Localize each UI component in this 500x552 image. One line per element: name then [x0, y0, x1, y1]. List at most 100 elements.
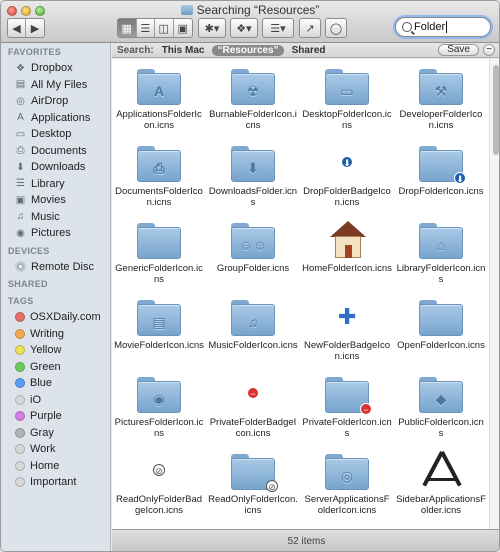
sidebar-tag-important[interactable]: Important	[1, 474, 110, 491]
file-item[interactable]: ⊘ ReadOnlyFolderBadgeIcon.icns	[112, 450, 206, 527]
sidebar-tag-label: OSXDaily.com	[30, 311, 101, 324]
file-item[interactable]: A ApplicationsFolderIcon.icns	[112, 65, 206, 142]
scope-shared[interactable]: Shared	[292, 45, 326, 56]
sidebar-tag-io[interactable]: iO	[1, 392, 110, 409]
sidebar-item-label: Desktop	[31, 128, 72, 141]
window-title: Searching “Resources”	[1, 3, 499, 17]
dropbox-menu-button[interactable]: ❖▾	[230, 18, 258, 38]
file-item[interactable]: ⚒ DeveloperFolderIcon.icns	[394, 65, 488, 142]
sidebar-item-label: AirDrop	[31, 95, 69, 108]
sidebar-item-documents[interactable]: ⎙ Documents	[1, 143, 110, 160]
file-item[interactable]: SidebarApplicationsFolder.icns	[394, 450, 488, 527]
file-item[interactable]: ♫ MusicFolderIcon.icns	[206, 296, 300, 373]
sidebar-item-pictures[interactable]: ◉ Pictures	[1, 225, 110, 242]
file-name: ServerApplicationsFolderIcon.icns	[304, 494, 390, 516]
sidebar-tag-purple[interactable]: Purple	[1, 408, 110, 425]
file-name: GenericFolderIcon.icns	[115, 263, 203, 285]
list-view-button[interactable]: ☰	[137, 19, 155, 37]
file-item[interactable]: − PrivateFolderIcon.icns	[300, 373, 394, 450]
folder-emblem-icon: ⌂	[436, 237, 446, 253]
sidebar-item-label: Applications	[31, 111, 91, 124]
file-item[interactable]: ▭ DesktopFolderIcon.icns	[300, 65, 394, 142]
file-icon: ⌂	[418, 219, 464, 261]
file-icon: ⬇	[418, 142, 466, 184]
file-item[interactable]: ▤ MovieFolderIcon.icns	[112, 296, 206, 373]
search-input[interactable]: Folder	[414, 21, 445, 33]
icon-view-button[interactable]: ▦	[118, 19, 137, 37]
sidebar-item-movies[interactable]: ▣ Movies	[1, 192, 110, 209]
file-item[interactable]: ⌂ LibraryFolderIcon.icns	[394, 219, 488, 296]
forward-button[interactable]: ▶	[26, 19, 44, 37]
folder-icon: ☢	[231, 69, 275, 105]
file-item[interactable]: OpenFolderIcon.icns	[394, 296, 488, 373]
view-mode-control: ▦ ☰ ◫ ▣	[117, 18, 193, 38]
file-item[interactable]: ⬇ DropFolderBadgeIcon.icns	[300, 142, 394, 219]
sidebar-item-dropbox[interactable]: ❖ Dropbox	[1, 60, 110, 77]
sidebar-item-music[interactable]: ♫ Music	[1, 209, 110, 226]
sidebar-item-airdrop[interactable]: ◎ AirDrop	[1, 93, 110, 110]
scope-this-mac[interactable]: This Mac	[162, 45, 205, 56]
scope-resources[interactable]: “Resources”	[212, 44, 284, 56]
red-badge-icon: −	[247, 387, 259, 399]
sidebar-tag-label: iO	[30, 393, 41, 406]
remove-criteria-button[interactable]: −	[483, 44, 495, 56]
file-name: DocumentsFolderIcon.icns	[115, 186, 203, 208]
sidebar-item-desktop[interactable]: ▭ Desktop	[1, 126, 110, 143]
action-menu-button[interactable]: ✱▾	[198, 18, 226, 38]
column-view-button[interactable]: ◫	[155, 19, 174, 37]
sidebar-tag-green[interactable]: Green	[1, 359, 110, 376]
file-name: MovieFolderIcon.icns	[114, 340, 204, 351]
file-item[interactable]: ☺☺ GroupFolder.icns	[206, 219, 300, 296]
scrollbar-thumb[interactable]	[493, 65, 499, 155]
item-count: 52 items	[287, 536, 326, 547]
file-name: NewFolderBadgeIcon.icns	[303, 340, 391, 362]
sidebar-item-downloads[interactable]: ⬇ Downloads	[1, 159, 110, 176]
sidebar-tag-home[interactable]: Home	[1, 458, 110, 475]
share-icon: ↗	[305, 22, 315, 35]
share-button[interactable]: ↗	[299, 18, 321, 38]
file-name: ReadOnlyFolderBadgeIcon.icns	[115, 494, 203, 516]
sidebar-item-label: Downloads	[31, 161, 86, 174]
sidebar-tag-writing[interactable]: Writing	[1, 326, 110, 343]
file-item[interactable]: ◉ PicturesFolderIcon.icns	[112, 373, 206, 450]
file-item[interactable]: ◆ PublicFolderIcon.icns	[394, 373, 488, 450]
sidebar-tag-blue[interactable]: Blue	[1, 375, 110, 392]
dropbox-icon: ❖	[16, 62, 25, 74]
dropbox-icon: ❖▾	[236, 22, 252, 35]
sidebar-tag-gray[interactable]: Gray	[1, 425, 110, 442]
sidebar-tag-yellow[interactable]: Yellow	[1, 342, 110, 359]
file-name: ApplicationsFolderIcon.icns	[116, 109, 202, 131]
file-item[interactable]: ⊘ ReadOnlyFolderIcon.icns	[206, 450, 300, 527]
file-icon: ▤	[136, 296, 182, 338]
file-item[interactable]: ◎ ServerApplicationsFolderIcon.icns	[300, 450, 394, 527]
sidebar-item-library[interactable]: ☰ Library	[1, 176, 110, 193]
file-item[interactable]: − PrivateFolderBadgeIcon.icns	[206, 373, 300, 450]
tag-icon: ◯	[329, 22, 343, 35]
sidebar-item-label: All My Files	[31, 78, 88, 91]
tag-color-dot-icon	[15, 345, 25, 356]
file-item[interactable]: HomeFolderIcon.icns	[300, 219, 394, 296]
back-button[interactable]: ◀	[8, 19, 27, 37]
file-item[interactable]: ✚ NewFolderBadgeIcon.icns	[300, 296, 394, 373]
folder-emblem-icon	[419, 310, 463, 334]
vertical-scrollbar[interactable]	[489, 59, 499, 529]
file-item[interactable]: GenericFolderIcon.icns	[112, 219, 206, 296]
tag-button[interactable]: ◯	[325, 18, 347, 38]
search-field[interactable]: Folder	[395, 17, 491, 37]
sidebar-item-remote-disc[interactable]: Remote Disc	[1, 259, 110, 276]
file-item[interactable]: ☢ BurnableFolderIcon.icns	[206, 65, 300, 142]
file-item[interactable]: ⬇ DropFolderIcon.icns	[394, 142, 488, 219]
sidebar-tag-label: Work	[30, 443, 56, 456]
sidebar-tag-work[interactable]: Work	[1, 441, 110, 458]
sidebar-tag-osxdaily-com[interactable]: OSXDaily.com	[1, 309, 110, 326]
file-icon	[418, 296, 464, 338]
tag-color-dot-icon	[15, 444, 25, 455]
file-item[interactable]: ⎙ DocumentsFolderIcon.icns	[112, 142, 206, 219]
list-view-icon: ☰	[140, 22, 151, 35]
file-item[interactable]: ⬇ DownloadsFolder.icns	[206, 142, 300, 219]
sidebar-item-applications[interactable]: A Applications	[1, 110, 110, 127]
arrange-menu-button[interactable]: ☰▾	[262, 18, 294, 38]
save-search-button[interactable]: Save	[438, 44, 479, 56]
coverflow-view-button[interactable]: ▣	[174, 19, 192, 37]
sidebar-item-all-my-files[interactable]: ▤ All My Files	[1, 77, 110, 94]
